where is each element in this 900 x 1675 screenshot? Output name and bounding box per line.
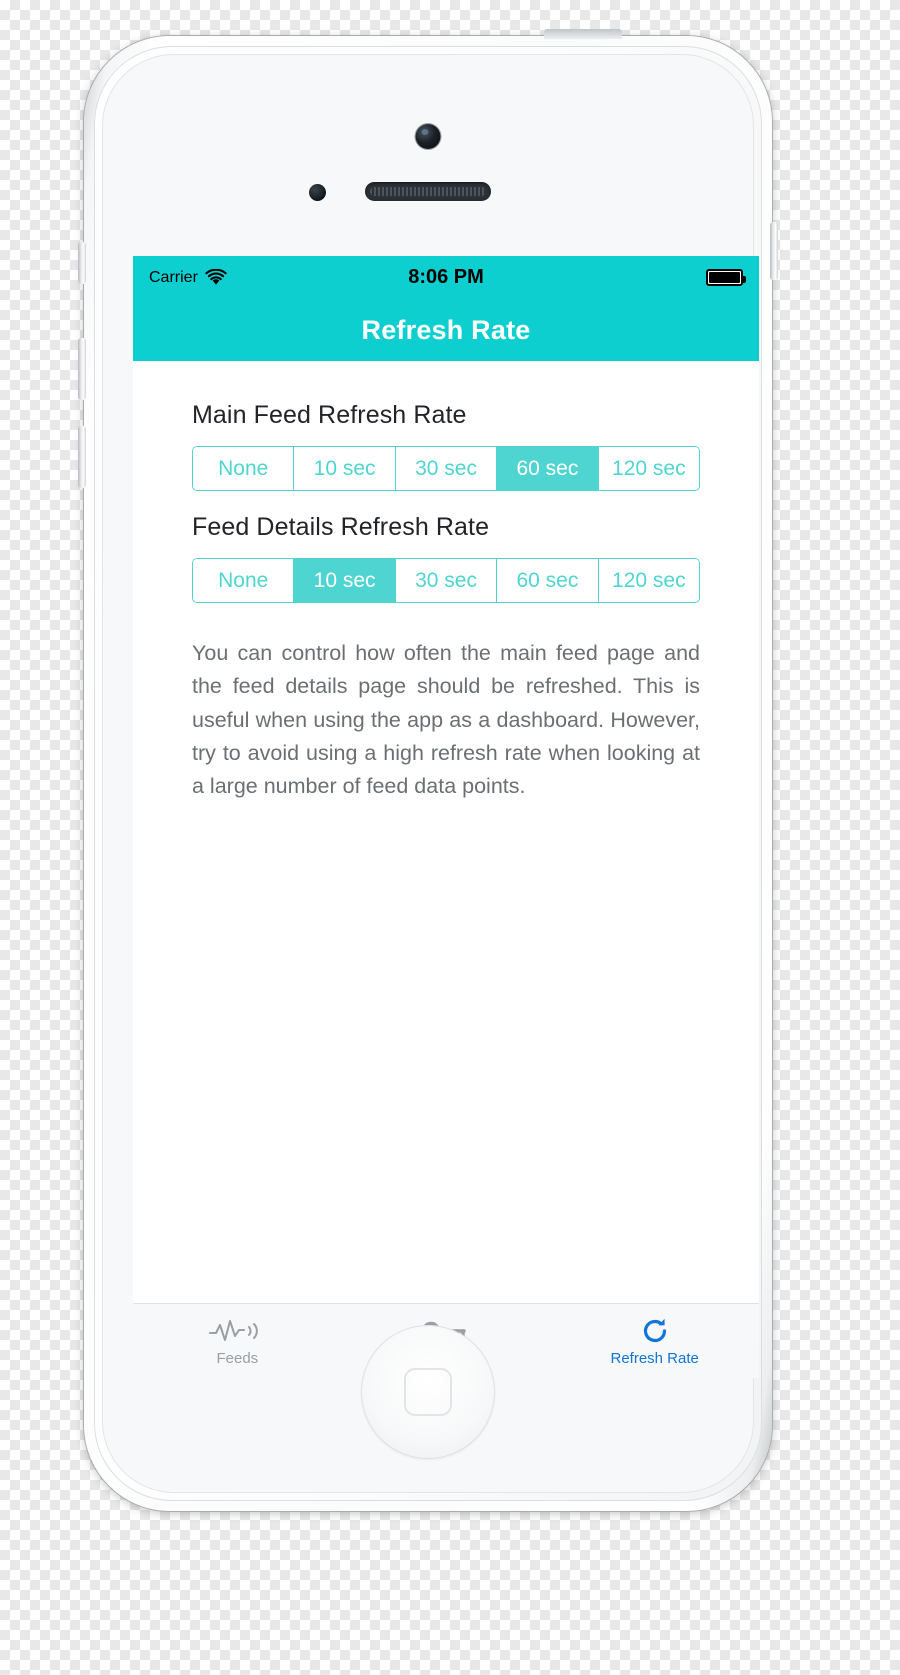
status-bar-left: Carrier — [149, 269, 227, 287]
wifi-icon — [205, 269, 227, 285]
content-area: Main Feed Refresh Rate None 10 sec 30 se… — [133, 361, 759, 1303]
main-feed-refresh-heading: Main Feed Refresh Rate — [192, 401, 467, 429]
home-button[interactable] — [361, 1325, 495, 1459]
device-face: Carrier 8:06 PM Refresh Rate Main Feed R… — [102, 54, 759, 1493]
battery-fill — [709, 272, 740, 283]
tab-label-refresh-rate: Refresh Rate — [610, 1349, 699, 1367]
silent-switch[interactable] — [78, 242, 86, 284]
main-feed-refresh-segmented-control[interactable]: None 10 sec 30 sec 60 sec 120 sec — [192, 446, 700, 491]
segment-main-60sec[interactable]: 60 sec — [497, 447, 599, 490]
info-description-text: You can control how often the main feed … — [192, 641, 700, 799]
segment-details-60sec[interactable]: 60 sec — [497, 559, 599, 602]
proximity-sensor-icon — [309, 184, 326, 201]
carrier-label: Carrier — [149, 268, 198, 286]
segment-details-30sec[interactable]: 30 sec — [395, 559, 498, 602]
tab-feeds[interactable]: Feeds — [133, 1304, 342, 1378]
segment-details-120sec[interactable]: 120 sec — [598, 559, 699, 602]
home-button-square-icon — [404, 1368, 452, 1416]
battery-icon — [706, 269, 746, 286]
status-bar-clock: 8:06 PM — [408, 266, 484, 288]
feed-details-refresh-heading: Feed Details Refresh Rate — [192, 513, 490, 541]
feed-details-refresh-section: Feed Details Refresh Rate None 10 sec 30… — [192, 513, 700, 603]
segment-main-120sec[interactable]: 120 sec — [598, 447, 699, 490]
segment-main-10sec[interactable]: 10 sec — [294, 447, 396, 490]
sim-tray[interactable] — [770, 222, 778, 280]
volume-down-button[interactable] — [78, 426, 86, 488]
segment-details-10sec[interactable]: 10 sec — [294, 559, 396, 602]
earpiece-speaker-icon — [365, 182, 491, 201]
battery-cap — [743, 276, 746, 283]
refresh-icon — [640, 1316, 670, 1346]
feed-details-refresh-segmented-control[interactable]: None 10 sec 30 sec 60 sec 120 sec — [192, 558, 700, 603]
status-bar-right — [706, 269, 746, 286]
segment-main-30sec[interactable]: 30 sec — [395, 447, 498, 490]
status-bar: Carrier 8:06 PM — [133, 256, 759, 299]
tab-refresh-rate[interactable]: Refresh Rate — [550, 1304, 759, 1378]
segment-details-none[interactable]: None — [193, 559, 295, 602]
phone-device-frame: Carrier 8:06 PM Refresh Rate Main Feed R… — [78, 29, 778, 1511]
phone-screen: Carrier 8:06 PM Refresh Rate Main Feed R… — [133, 256, 759, 1378]
segment-main-none[interactable]: None — [193, 447, 295, 490]
volume-up-button[interactable] — [78, 338, 86, 400]
page-title: Refresh Rate — [361, 314, 531, 345]
main-feed-refresh-section: Main Feed Refresh Rate None 10 sec 30 se… — [192, 401, 700, 491]
power-button[interactable] — [544, 29, 622, 39]
navigation-bar: Refresh Rate — [133, 299, 759, 361]
waveform-icon — [208, 1316, 266, 1346]
front-camera-icon — [415, 124, 441, 149]
tab-label-feeds: Feeds — [216, 1349, 259, 1367]
